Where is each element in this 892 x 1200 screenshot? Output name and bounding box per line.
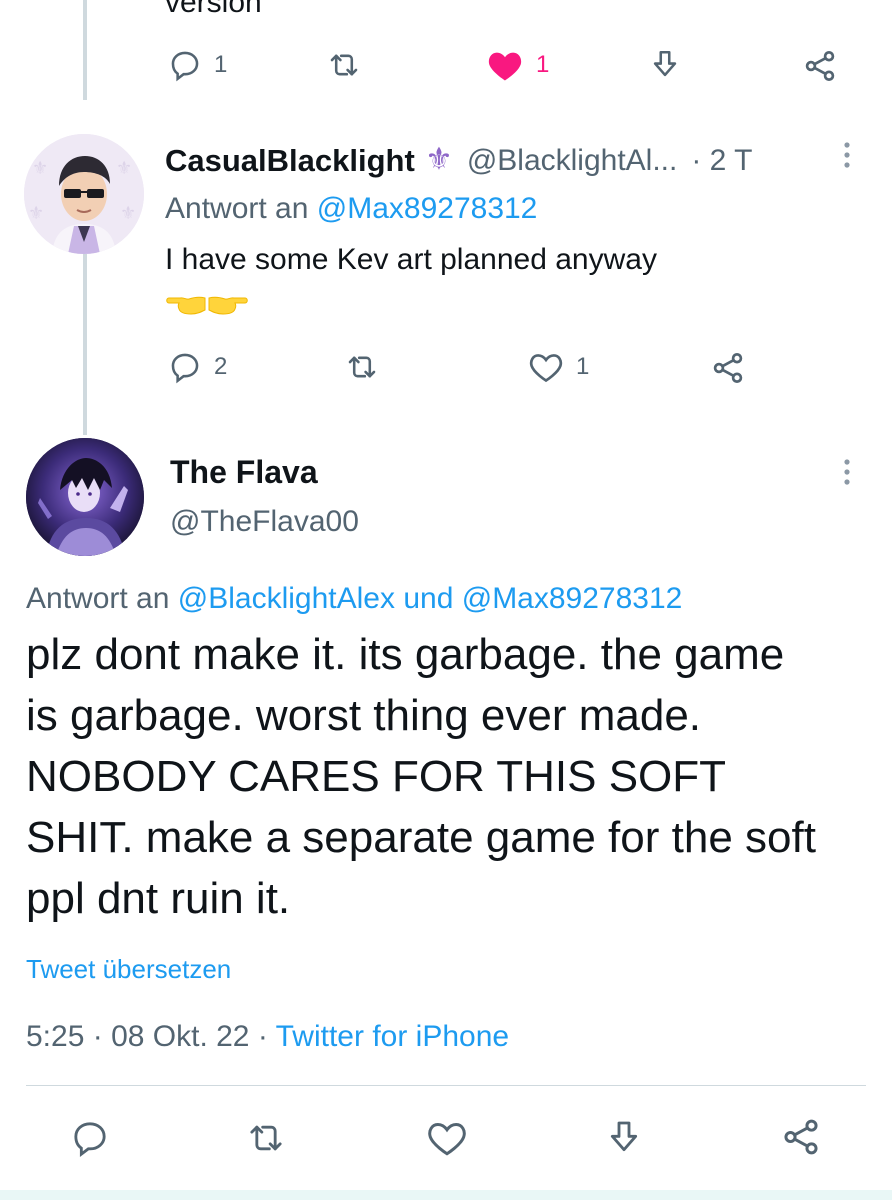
reply-reply-button[interactable]: 2: [168, 350, 227, 384]
main-handle[interactable]: @TheFlava00: [170, 505, 359, 539]
heart-icon: [426, 1118, 468, 1158]
main-meta-separator-2: ·: [257, 1020, 268, 1053]
main-replying-prefix: Antwort an: [26, 582, 170, 615]
reply-handle[interactable]: @BlacklightAl...: [467, 144, 678, 178]
main-tweet-text: plz dont make it. its garbage. the game …: [26, 630, 816, 923]
arrow-down-tray-icon: [604, 1118, 644, 1158]
reply-retweet-button[interactable]: [343, 350, 381, 384]
avatar-theflava[interactable]: [26, 438, 144, 556]
main-more-icon[interactable]: [842, 458, 854, 488]
main-replying-to: Antwort an @BlacklightAlex und @Max89278…: [26, 582, 682, 616]
svg-text:⚜: ⚜: [425, 141, 453, 175]
svg-text:⚜: ⚜: [116, 158, 132, 179]
main-retweet-button[interactable]: [244, 1118, 288, 1158]
prev-like-button[interactable]: 1: [486, 48, 549, 82]
reply-display-name[interactable]: CasualBlacklight: [165, 143, 415, 179]
main-reply-button[interactable]: [70, 1118, 110, 1158]
prev-like-count: 1: [536, 51, 550, 78]
main-source[interactable]: Twitter for iPhone: [276, 1020, 509, 1053]
main-display-name[interactable]: The Flava: [170, 454, 318, 491]
reply-like-count: 1: [576, 353, 590, 380]
share-icon: [710, 350, 746, 386]
main-time[interactable]: 5:25: [26, 1020, 84, 1053]
pointing-right-hand-icon: [207, 290, 249, 325]
pointing-left-hand-icon: [165, 290, 207, 325]
reply-mention-link[interactable]: @Max89278312: [317, 192, 538, 225]
fleur-de-lis-icon: ⚜: [425, 141, 459, 180]
retweet-icon: [244, 1118, 288, 1158]
main-like-button[interactable]: [426, 1118, 468, 1158]
reply-emoji-row: [165, 290, 249, 325]
bottom-edge-strip: [0, 1190, 892, 1200]
svg-text:⚜: ⚜: [28, 203, 44, 224]
prev-bookmark-button[interactable]: [648, 48, 682, 82]
prev-share-button[interactable]: [802, 48, 838, 84]
main-divider: [26, 1085, 866, 1086]
thread-line-middle: [83, 245, 87, 435]
main-replying-conjunction: und: [403, 582, 454, 615]
reply-icon: [70, 1118, 110, 1158]
main-mention-link-2[interactable]: @Max89278312: [462, 582, 683, 615]
reply-reply-count: 2: [214, 353, 228, 380]
reply-replying-prefix: Antwort an: [165, 192, 309, 225]
reply-replying-to: Antwort an @Max89278312: [165, 192, 537, 226]
reply-header: CasualBlacklight ⚜ @BlacklightAl... · 2 …: [165, 141, 752, 180]
reply-icon: [168, 350, 202, 384]
main-bookmark-button[interactable]: [604, 1118, 644, 1158]
share-icon: [802, 48, 838, 84]
reply-text: I have some Kev art planned anyway: [165, 243, 657, 276]
reply-like-button[interactable]: 1: [528, 350, 589, 384]
main-meta-separator-1: ·: [92, 1020, 103, 1053]
thread-line-top: [83, 0, 87, 100]
svg-text:⚜: ⚜: [32, 158, 48, 179]
main-meta: 5:25 · 08 Okt. 22 · Twitter for iPhone: [26, 1020, 509, 1054]
prev-reply-count: 1: [214, 51, 228, 78]
retweet-icon: [343, 350, 381, 384]
prev-reply-button[interactable]: 1: [168, 48, 227, 82]
heart-filled-icon: [486, 48, 524, 82]
main-mention-link-1[interactable]: @BlacklightAlex: [178, 582, 395, 615]
main-date[interactable]: 08 Okt. 22: [111, 1020, 249, 1053]
reply-more-icon[interactable]: [842, 141, 854, 171]
svg-text:⚜: ⚜: [120, 203, 136, 224]
reply-time[interactable]: · 2 T: [691, 144, 752, 178]
prev-retweet-button[interactable]: [325, 48, 363, 82]
avatar-casualblacklight[interactable]: ⚜ ⚜ ⚜ ⚜: [24, 134, 144, 254]
retweet-icon: [325, 48, 363, 82]
translate-link[interactable]: Tweet übersetzen: [26, 954, 231, 985]
reply-share-button[interactable]: [710, 350, 746, 386]
reply-icon: [168, 48, 202, 82]
arrow-down-tray-icon: [648, 48, 682, 82]
heart-icon: [528, 350, 564, 384]
prev-tweet-text: version: [165, 0, 262, 19]
share-icon: [780, 1116, 822, 1158]
main-share-button[interactable]: [780, 1116, 822, 1158]
